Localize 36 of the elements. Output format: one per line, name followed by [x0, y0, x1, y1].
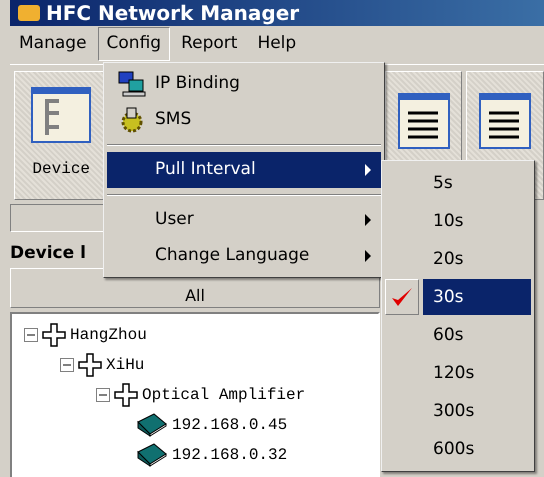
submenu-arrow-icon: [365, 164, 371, 176]
cross-icon: [42, 323, 66, 347]
tree-window-icon: [31, 87, 92, 143]
menu-item[interactable]: Config: [98, 27, 170, 61]
computers-icon: [117, 70, 147, 98]
cross-icon: [114, 383, 138, 407]
menu-item[interactable]: 20s: [423, 241, 531, 277]
submenu-arrow-icon: [365, 214, 371, 226]
menu-item[interactable]: 120s: [423, 355, 531, 391]
menu-item[interactable]: Manage: [10, 27, 96, 61]
tree-label[interactable]: Optical Amplifier: [142, 383, 306, 407]
menu-item[interactable]: User: [107, 202, 381, 238]
panel-title: Device l: [10, 242, 86, 265]
book-icon: [136, 442, 168, 468]
cross-icon: [78, 353, 102, 377]
list-window-icon: [398, 92, 450, 148]
tree-label[interactable]: HangZhou: [70, 323, 147, 347]
book-icon: [136, 412, 168, 438]
menu-item[interactable]: 300s: [423, 393, 531, 429]
tree-label[interactable]: XiHu: [106, 353, 144, 377]
menu-item[interactable]: 30s: [423, 279, 531, 315]
menu-item[interactable]: 5s: [423, 165, 531, 201]
submenu-arrow-icon: [365, 250, 371, 262]
tree-label[interactable]: 192.168.0.45: [172, 413, 288, 437]
app-icon: [18, 5, 40, 21]
menu-item[interactable]: SMS: [107, 102, 381, 138]
menu-item[interactable]: 600s: [423, 431, 531, 467]
menu-item[interactable]: IP Binding: [107, 66, 381, 102]
tree-label[interactable]: 192.168.0.32: [172, 443, 288, 467]
menu-item[interactable]: 60s: [423, 317, 531, 353]
menu-item[interactable]: Help: [248, 27, 306, 61]
menu-item[interactable]: 10s: [423, 203, 531, 239]
menu-item[interactable]: Pull Interval: [107, 152, 381, 188]
list-window-icon: [479, 92, 532, 148]
menu-item[interactable]: Report: [172, 27, 246, 61]
window-title: HFC Network Manager: [46, 2, 300, 24]
